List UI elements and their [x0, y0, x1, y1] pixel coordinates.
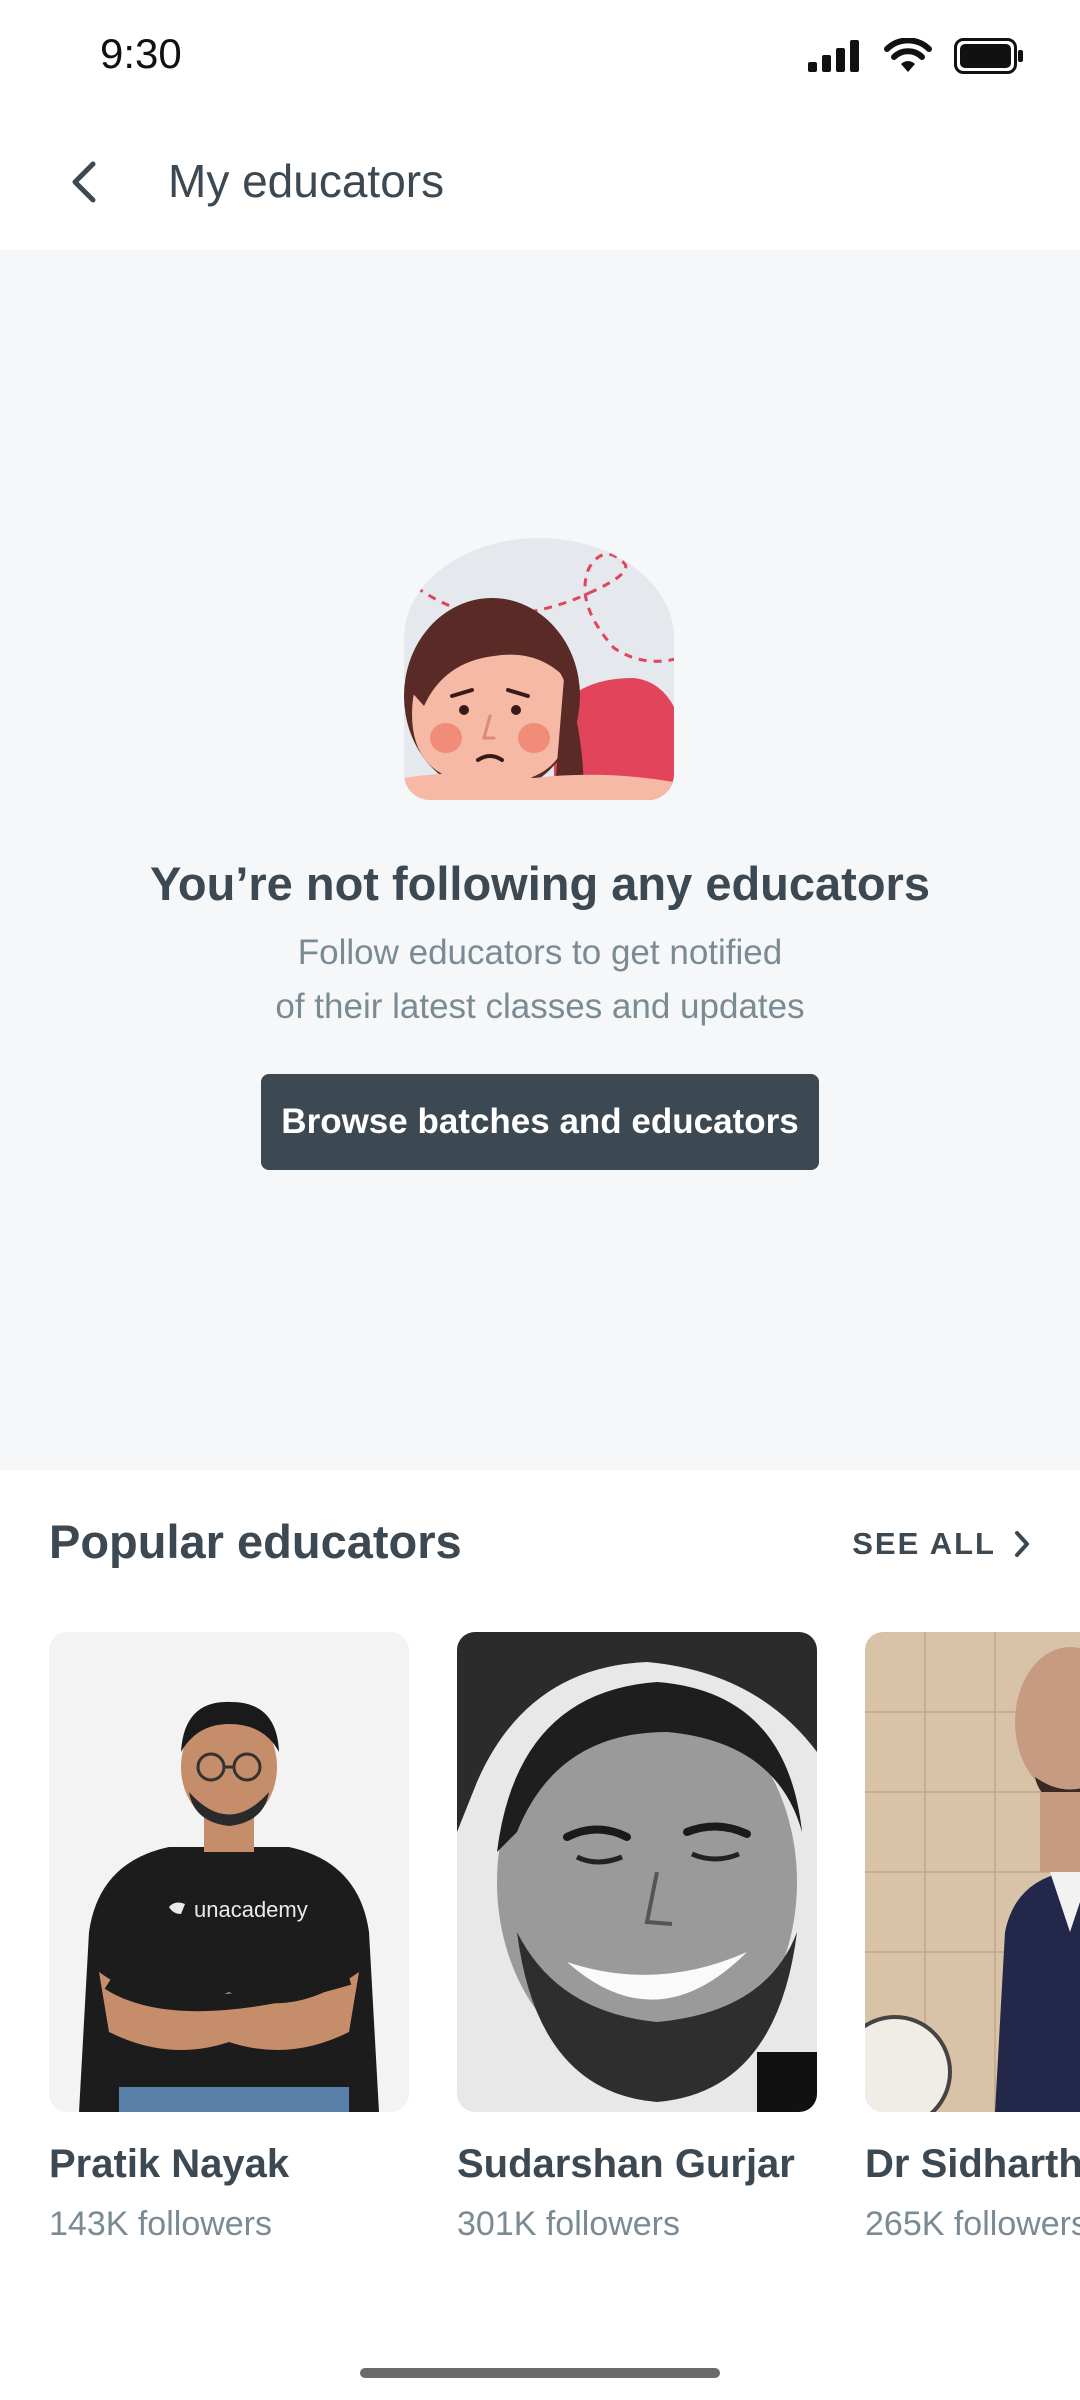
educator-photo: [865, 1632, 1080, 2112]
status-icons: [808, 38, 1024, 74]
section-title: Popular educators: [49, 1515, 462, 1568]
page-title: My educators: [168, 155, 445, 207]
empty-state-subtitle: Follow educators to get notified of thei…: [0, 926, 1080, 1034]
see-all-label: SEE ALL: [852, 1526, 996, 1561]
educator-followers: 143K followers: [49, 2205, 273, 2243]
see-all-link[interactable]: SEE ALL: [852, 1526, 1030, 1562]
app-header: My educators: [0, 110, 1080, 250]
subtitle-line-2: of their latest classes and updates: [275, 987, 805, 1026]
educator-photo: unacademy: [49, 1632, 409, 2112]
educator-card[interactable]: unacademy Pratik Nayak 143K followers: [49, 1632, 409, 2244]
educator-name: Sudarshan Gurjar: [457, 2142, 795, 2186]
educator-carousel[interactable]: unacademy Pratik Nayak 143K followers Su…: [49, 1632, 1080, 2272]
status-time: 9:30: [100, 30, 182, 77]
battery-icon: [954, 38, 1023, 74]
educator-followers: 301K followers: [457, 2205, 681, 2243]
empty-state: You’re not following any educators Follo…: [0, 250, 1080, 1470]
wifi-icon: [884, 38, 932, 72]
chevron-right-icon: [1015, 1531, 1029, 1557]
shirt-logo-text: unacademy: [194, 1897, 308, 1922]
educator-followers: 265K followers: [865, 2205, 1080, 2243]
home-indicator[interactable]: [360, 2368, 720, 2378]
educator-name: Pratik Nayak: [49, 2142, 290, 2186]
back-button[interactable]: [52, 150, 116, 214]
subtitle-line-1: Follow educators to get notified: [297, 933, 783, 972]
sad-girl-illustration: [404, 538, 674, 800]
educator-photo: [457, 1632, 817, 2112]
educator-card[interactable]: Sudarshan Gurjar 301K followers: [457, 1632, 817, 2244]
empty-state-title: You’re not following any educators: [150, 857, 930, 910]
chevron-left-icon: [72, 161, 96, 203]
popular-educators-section: Popular educators SEE ALL unacademy Prat…: [0, 1470, 1080, 2400]
educator-card[interactable]: Dr Sidharth 265K followers: [865, 1632, 1080, 2244]
educator-name: Dr Sidharth: [865, 2142, 1080, 2186]
signal-icon: [808, 40, 859, 72]
browse-batches-button[interactable]: Browse batches and educators: [261, 1074, 819, 1170]
status-bar: 9:30: [0, 0, 1080, 110]
